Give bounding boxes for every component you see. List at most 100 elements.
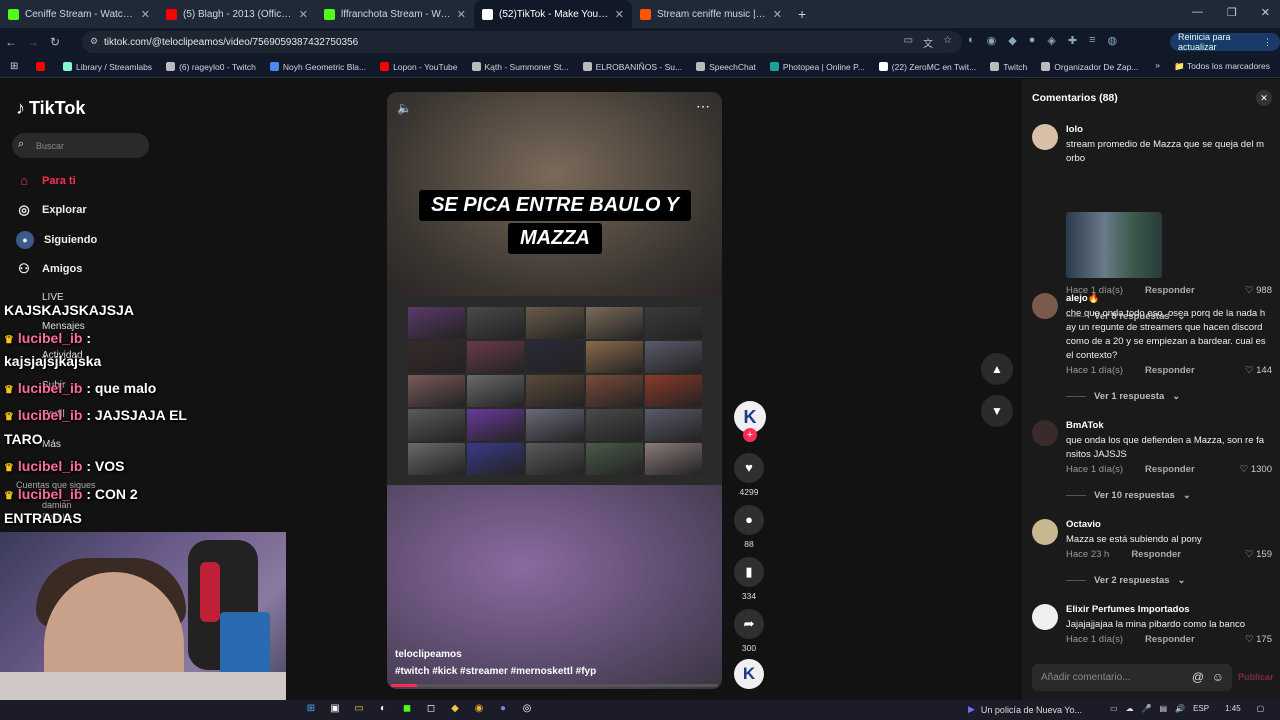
bookmark-item[interactable]: Photopea | Online P... bbox=[769, 62, 865, 72]
video-author[interactable]: teloclipeamos bbox=[395, 649, 462, 660]
reading-list-icon[interactable]: ≡ bbox=[1089, 34, 1095, 47]
comment-avatar[interactable] bbox=[1032, 604, 1058, 630]
bookmark-item[interactable]: Noyh Geometric Bla... bbox=[269, 62, 366, 72]
cloud-icon[interactable]: ☁ bbox=[1126, 704, 1134, 713]
reply-button[interactable]: Responder bbox=[1145, 285, 1195, 296]
profile-icon[interactable]: ◍ bbox=[1108, 34, 1118, 47]
sound-avatar[interactable]: K bbox=[734, 659, 764, 689]
tab-close-icon[interactable]: ✕ bbox=[615, 8, 624, 21]
app-icon[interactable]: ◼ bbox=[400, 703, 414, 714]
comment-image[interactable] bbox=[1066, 212, 1162, 278]
app-icon[interactable]: ◆ bbox=[448, 703, 462, 714]
comment-username[interactable]: Elixir Perfumes Importados bbox=[1066, 604, 1190, 615]
extension-icon[interactable]: ◈ bbox=[1047, 34, 1055, 47]
comment-like[interactable]: ♡ 175 bbox=[1245, 634, 1272, 645]
comment-avatar[interactable] bbox=[1032, 420, 1058, 446]
nav-more[interactable]: Más bbox=[42, 439, 61, 450]
bookmark-item[interactable]: Lopon - YouTube bbox=[380, 62, 458, 72]
follow-plus-icon[interactable]: + bbox=[743, 428, 757, 442]
puzzle-icon[interactable]: ✚ bbox=[1068, 34, 1077, 47]
chrome-icon[interactable]: ◉ bbox=[472, 703, 486, 714]
extension-icon[interactable]: ◆ bbox=[1008, 34, 1016, 47]
reply-button[interactable]: Responder bbox=[1145, 634, 1195, 645]
save-action[interactable]: ▮ 334 bbox=[734, 557, 764, 601]
cast-icon[interactable]: ▭ bbox=[904, 35, 913, 50]
steam-icon[interactable]: ◐ bbox=[376, 703, 390, 714]
all-bookmarks[interactable]: 📁 Todos los marcadores bbox=[1174, 61, 1270, 72]
tiktok-logo[interactable]: ♪ TikTok bbox=[16, 98, 85, 119]
language-indicator[interactable]: ESP bbox=[1193, 704, 1209, 713]
update-button[interactable]: Reinicia para actualizar ⋮ bbox=[1170, 32, 1280, 52]
video-hashtags[interactable]: #twitch #kick #streamer #mernoskettl #fy… bbox=[395, 666, 596, 677]
bookmark-item[interactable] bbox=[36, 62, 49, 72]
comment-username[interactable]: Octavio bbox=[1066, 519, 1101, 530]
comment-username[interactable]: BmATok bbox=[1066, 420, 1104, 431]
clock[interactable]: 1:45 bbox=[1225, 704, 1241, 713]
mic-icon[interactable]: 🎤 bbox=[1142, 704, 1152, 713]
bookmark-item[interactable]: Twitch bbox=[990, 62, 1027, 72]
reply-button[interactable]: Responder bbox=[1145, 365, 1195, 376]
nav-following[interactable]: ● Siguiendo bbox=[16, 231, 97, 249]
network-icon[interactable]: ▤ bbox=[1160, 704, 1168, 713]
more-options-icon[interactable]: ⋯ bbox=[696, 98, 710, 115]
search-input[interactable]: ⌕ Buscar bbox=[12, 133, 149, 158]
browser-tab[interactable]: (52)TikTok - Make Your Day ✕ bbox=[474, 0, 632, 28]
next-video-button[interactable]: ▼ bbox=[981, 395, 1013, 427]
video-player[interactable]: SE PICA ENTRE BAULO Y MAZZA 🔈 ⋯ teloclip… bbox=[387, 92, 722, 689]
site-info-icon[interactable]: ⚙ bbox=[90, 36, 98, 47]
comment-input[interactable]: Añadir comentario... @ ☺ bbox=[1032, 664, 1232, 691]
comment-like[interactable]: ♡ 159 bbox=[1245, 549, 1272, 560]
comment-like[interactable]: ♡ 1300 bbox=[1240, 464, 1272, 475]
comment-avatar[interactable] bbox=[1032, 293, 1058, 319]
restore-icon[interactable]: ❐ bbox=[1227, 6, 1237, 19]
obs-icon[interactable]: ◎ bbox=[520, 703, 534, 714]
bookmark-item[interactable]: SpeechChat bbox=[696, 62, 756, 72]
more-bookmarks-icon[interactable]: » bbox=[1155, 60, 1160, 70]
menu-dots-icon[interactable]: ⋮ bbox=[1263, 37, 1272, 48]
bookmark-item[interactable]: Kąth - Summoner St... bbox=[471, 62, 569, 72]
browser-tab[interactable]: Ceniffe Stream - Watch Live on ✕ bbox=[0, 0, 158, 28]
tab-close-icon[interactable]: ✕ bbox=[299, 8, 308, 21]
apps-icon[interactable]: ⊞ bbox=[10, 61, 18, 72]
discord-icon[interactable]: ● bbox=[496, 703, 510, 714]
emoji-icon[interactable]: ☺ bbox=[1212, 670, 1224, 684]
comment-avatar[interactable] bbox=[1032, 124, 1058, 150]
taskbar-media[interactable]: ▶ Un policía de Nueva Yo... bbox=[968, 704, 1082, 715]
volume-tray-icon[interactable]: 🔊 bbox=[1175, 704, 1185, 713]
star-icon[interactable]: ☆ bbox=[943, 35, 952, 50]
back-icon[interactable]: ← bbox=[0, 35, 22, 49]
tab-close-icon[interactable]: ✕ bbox=[773, 8, 782, 21]
nav-friends[interactable]: ⚇ Amigos bbox=[16, 261, 82, 277]
bookmark-item[interactable]: (6) rageylo0 - Twitch bbox=[166, 62, 256, 72]
notifications-icon[interactable]: ▢ bbox=[1257, 704, 1265, 713]
comment-username[interactable]: alejo🔥 bbox=[1066, 293, 1099, 304]
new-tab-button[interactable]: + bbox=[790, 6, 814, 22]
view-replies-button[interactable]: Ver 10 respuestas ⌄ bbox=[1066, 490, 1191, 501]
windows-start-icon[interactable]: ⊞ bbox=[304, 703, 318, 714]
share-action[interactable]: ➦ 300 bbox=[734, 609, 764, 653]
view-replies-button[interactable]: Ver 2 respuestas ⌄ bbox=[1066, 575, 1186, 586]
browser-tab[interactable]: (5) Blagh - 2013 (Official Video) ✕ bbox=[158, 0, 316, 28]
like-action[interactable]: ♥ 4299 bbox=[734, 453, 764, 497]
minimize-icon[interactable]: — bbox=[1192, 6, 1203, 19]
reply-button[interactable]: Responder bbox=[1131, 549, 1181, 560]
video-progress-bar[interactable] bbox=[391, 684, 718, 687]
previous-video-button[interactable]: ▲ bbox=[981, 353, 1013, 385]
bookmark-item[interactable]: Organizador De Zap... bbox=[1041, 62, 1138, 72]
publish-button[interactable]: Publicar bbox=[1238, 672, 1274, 682]
bookmark-item[interactable]: ELROBANIÑOS - Su... bbox=[582, 62, 682, 72]
view-replies-button[interactable]: Ver 1 respuesta ⌄ bbox=[1066, 391, 1180, 402]
comment-action[interactable]: ● 88 bbox=[734, 505, 764, 549]
comment-avatar[interactable] bbox=[1032, 519, 1058, 545]
comment-like[interactable]: ♡ 988 bbox=[1245, 285, 1272, 296]
reply-button[interactable]: Responder bbox=[1145, 464, 1195, 475]
bookmark-item[interactable]: Library / Streamlabs bbox=[63, 62, 152, 72]
reload-icon[interactable]: ↻ bbox=[44, 35, 66, 49]
url-bar[interactable]: ⚙ tiktok.com/@teloclipeamos/video/756905… bbox=[82, 31, 962, 53]
browser-tab[interactable]: Stream ceniffe music | Listen to ✕ bbox=[632, 0, 790, 28]
mention-icon[interactable]: @ bbox=[1192, 670, 1204, 684]
app-icon[interactable]: ◻ bbox=[424, 703, 438, 714]
browser-tab[interactable]: lffranchota Stream - Watch ✕ bbox=[316, 0, 474, 28]
explorer-icon[interactable]: ▭ bbox=[352, 703, 366, 714]
bookmark-item[interactable]: (22) ZeroMC en Twit... bbox=[878, 62, 976, 72]
